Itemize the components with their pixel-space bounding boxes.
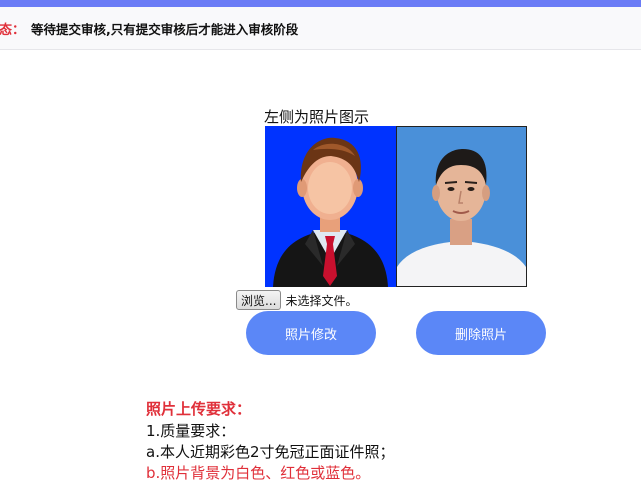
user-portrait-image (397, 127, 526, 286)
file-upload-row: 浏览... 未选择文件。 (236, 290, 357, 310)
requirement-item-a: a.本人近期彩色2寸免冠正面证件照； (146, 443, 395, 461)
requirement-quality-heading: 1.质量要求： (146, 422, 236, 440)
status-bar: 状态： 等待提交审核,只有提交审核后才能进入审核阶段 (0, 7, 641, 50)
sample-avatar-illustration (265, 126, 396, 287)
top-accent-bar (0, 0, 641, 7)
requirement-item-b: b.照片背景为白色、红色或蓝色。 (146, 464, 371, 482)
browse-button[interactable]: 浏览... (236, 290, 282, 310)
user-photo (396, 126, 527, 287)
file-status-text: 未选择文件。 (285, 293, 358, 308)
delete-photo-button[interactable]: 删除照片 (416, 311, 546, 355)
sample-photo (265, 126, 396, 287)
requirements-title: 照片上传要求： (146, 400, 252, 418)
status-label: 状态： (0, 22, 26, 38)
modify-photo-button[interactable]: 照片修改 (246, 311, 376, 355)
status-text: 等待提交审核,只有提交审核后才能进入审核阶段 (31, 21, 299, 37)
sample-photo-caption: 左侧为照片图示 (264, 108, 370, 126)
